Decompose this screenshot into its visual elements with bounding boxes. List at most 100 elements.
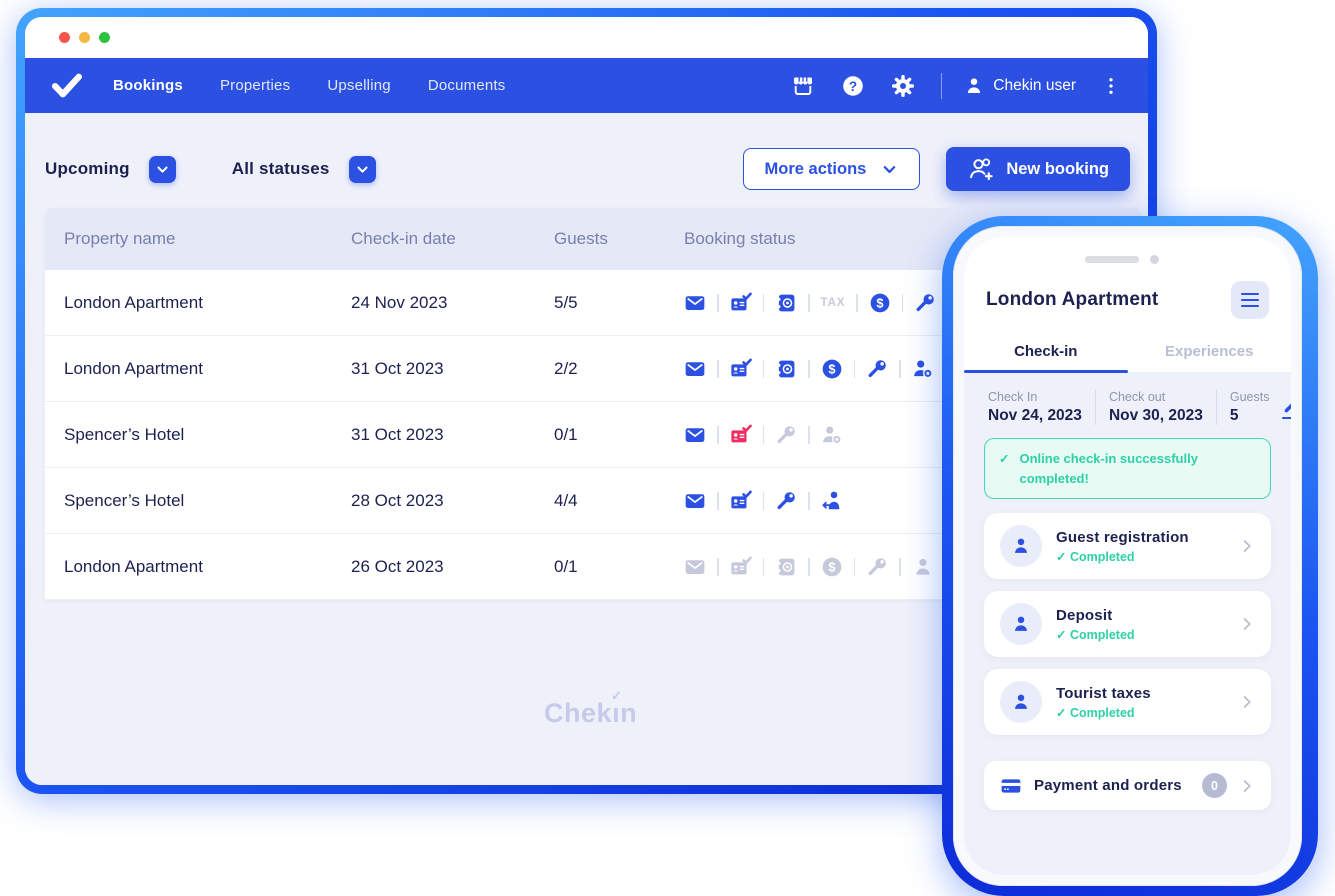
- envelope-icon[interactable]: [684, 556, 706, 578]
- checkin-step-card[interactable]: Guest registration Completed: [984, 513, 1271, 579]
- storefront-icon[interactable]: [791, 74, 815, 98]
- key-icon[interactable]: [914, 292, 936, 314]
- user-menu[interactable]: Chekin user: [964, 76, 1076, 96]
- column-guests: Guests: [554, 229, 608, 248]
- phone-bezel: London Apartment Check-in Experiences Ch…: [953, 226, 1302, 886]
- top-navbar: Bookings Properties Upselling Documents Che…: [25, 58, 1148, 113]
- register-icon[interactable]: [775, 292, 797, 314]
- id-card-check-icon[interactable]: [730, 556, 752, 578]
- guests-info-value: 5: [1229, 407, 1239, 424]
- checkin-date: 31 Oct 2023: [351, 358, 444, 378]
- phone-screen: London Apartment Check-in Experiences Ch…: [964, 237, 1291, 875]
- traffic-light-zoom[interactable]: [99, 32, 110, 43]
- period-filter-dropdown[interactable]: [148, 155, 176, 183]
- icon-separator: [808, 557, 810, 576]
- guest-checkout-icon[interactable]: [821, 490, 843, 512]
- checkin-step-card[interactable]: Tourist taxes Completed: [984, 669, 1271, 735]
- column-checkin-date: Check-in date: [351, 229, 456, 248]
- checkin-info-value: Nov 24, 2023: [988, 407, 1082, 424]
- key-icon[interactable]: [775, 490, 797, 512]
- alert-text: Online check-in successfully completed!: [1019, 451, 1198, 486]
- status-filter-label: All statuses: [231, 159, 330, 178]
- guest-avatar: [1000, 681, 1042, 723]
- chevron-right-icon: [1239, 778, 1255, 794]
- phone-mockup: London Apartment Check-in Experiences Ch…: [942, 216, 1318, 896]
- icon-separator: [762, 491, 764, 510]
- check-icon: [999, 449, 1009, 488]
- guest-avatar: [1000, 525, 1042, 567]
- id-card-check-icon[interactable]: [730, 490, 752, 512]
- envelope-icon[interactable]: [684, 490, 706, 512]
- edit-stay-button[interactable]: [1282, 396, 1291, 420]
- icon-separator: [808, 425, 810, 444]
- guest-icon[interactable]: [912, 556, 934, 578]
- stay-info-bar: Check In Nov 24, 2023 Check out Nov 30, …: [984, 388, 1291, 438]
- icon-separator: [853, 359, 855, 378]
- nav-divider: [941, 72, 943, 99]
- guests-count: 5/5: [554, 292, 578, 312]
- traffic-light-minimize[interactable]: [79, 32, 90, 43]
- key-icon[interactable]: [866, 556, 888, 578]
- kebab-menu-icon[interactable]: [1100, 75, 1122, 97]
- icon-separator: [717, 491, 719, 510]
- checkin-info-label: Check In: [988, 390, 1038, 404]
- nav-right: Chekin user: [765, 72, 1122, 99]
- icon-separator: [899, 557, 901, 576]
- nav-item-documents[interactable]: Documents: [428, 77, 506, 94]
- checkin-date: 28 Oct 2023: [351, 490, 444, 510]
- envelope-icon[interactable]: [684, 358, 706, 380]
- checkin-success-alert: Online check-in successfully completed!: [984, 438, 1271, 499]
- chekin-logo-icon[interactable]: [51, 73, 85, 98]
- nav-menu: Bookings Properties Upselling Documents: [113, 77, 505, 94]
- chevron-right-icon: [1239, 616, 1255, 632]
- key-icon[interactable]: [866, 358, 888, 380]
- dollar-icon[interactable]: [869, 292, 891, 314]
- tab-check-in[interactable]: Check-in: [964, 331, 1128, 373]
- envelope-icon[interactable]: [684, 292, 706, 314]
- envelope-icon[interactable]: [684, 424, 706, 446]
- id-card-check-icon[interactable]: [730, 292, 752, 314]
- payment-orders-card[interactable]: Payment and orders 0: [984, 761, 1271, 810]
- watermark: Chekın: [544, 688, 637, 729]
- nav-item-upselling[interactable]: Upselling: [327, 77, 391, 94]
- person-add-icon: [967, 157, 994, 181]
- phone-cards: Guest registration Completed Deposit Comple…: [984, 513, 1271, 735]
- register-icon[interactable]: [775, 358, 797, 380]
- icon-separator: [856, 293, 858, 312]
- id-card-check-icon[interactable]: [730, 358, 752, 380]
- tab-experiences[interactable]: Experiences: [1128, 331, 1292, 372]
- traffic-light-close[interactable]: [59, 32, 70, 43]
- id-card-check-icon[interactable]: [730, 424, 752, 446]
- checkin-date: 31 Oct 2023: [351, 424, 444, 444]
- guest-stamp-icon[interactable]: [912, 358, 934, 380]
- user-icon: [964, 76, 984, 96]
- new-booking-button[interactable]: New booking: [946, 147, 1130, 191]
- property-name: London Apartment: [64, 358, 203, 378]
- tax-icon[interactable]: TAX: [821, 297, 846, 309]
- guest-stamp-icon[interactable]: [821, 424, 843, 446]
- step-status: Completed: [1056, 627, 1135, 642]
- pencil-icon: [1282, 396, 1291, 415]
- more-actions-button[interactable]: More actions: [742, 148, 921, 190]
- checkin-step-card[interactable]: Deposit Completed: [984, 591, 1271, 657]
- payment-orders-label: Payment and orders: [1034, 777, 1182, 794]
- property-name: London Apartment: [64, 292, 203, 312]
- nav-item-properties[interactable]: Properties: [220, 77, 290, 94]
- guests-count: 4/4: [554, 490, 578, 510]
- step-status: Completed: [1056, 705, 1151, 720]
- property-name: Spencer’s Hotel: [64, 424, 185, 444]
- icon-separator: [762, 359, 764, 378]
- new-booking-label: New booking: [1006, 159, 1109, 178]
- hamburger-menu-button[interactable]: [1231, 281, 1269, 319]
- dollar-icon[interactable]: [821, 556, 843, 578]
- help-icon[interactable]: [841, 74, 865, 98]
- nav-item-bookings[interactable]: Bookings: [113, 77, 183, 94]
- key-icon[interactable]: [775, 424, 797, 446]
- dollar-icon[interactable]: [821, 358, 843, 380]
- step-title: Tourist taxes: [1056, 684, 1151, 702]
- icon-separator: [808, 359, 810, 378]
- checkout-info: Check out Nov 30, 2023: [1094, 390, 1216, 425]
- status-filter-dropdown[interactable]: [348, 155, 376, 183]
- gear-icon[interactable]: [891, 74, 915, 98]
- register-icon[interactable]: [775, 556, 797, 578]
